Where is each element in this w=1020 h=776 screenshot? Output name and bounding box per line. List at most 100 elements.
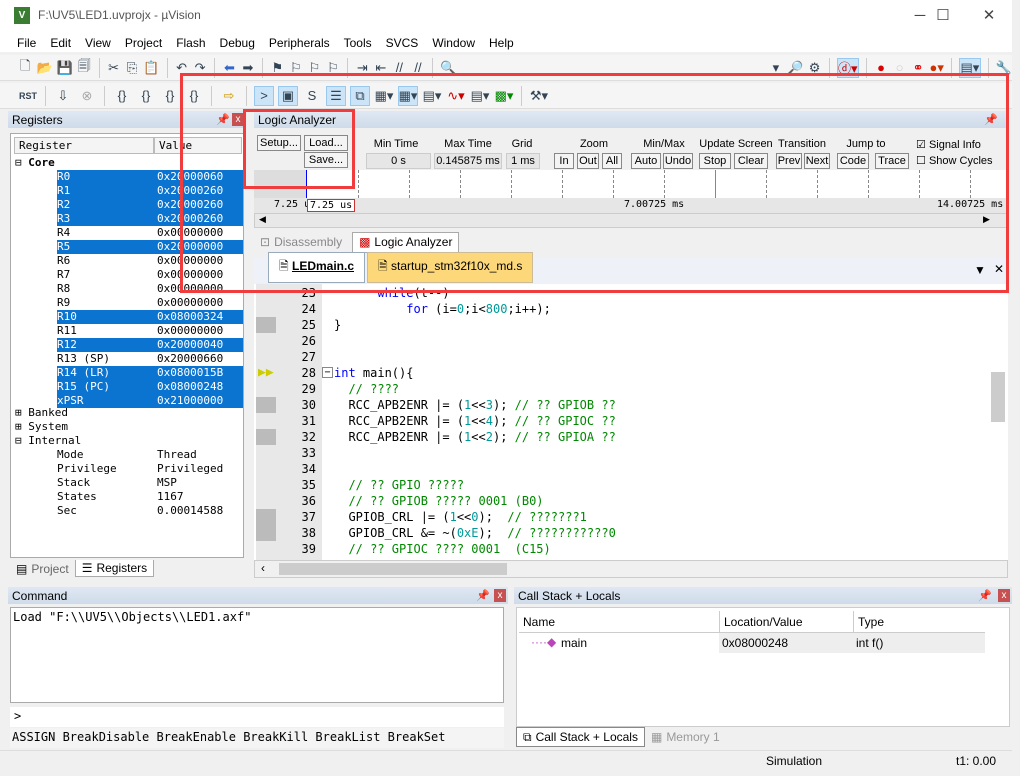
maximize-button[interactable]: ☐ — [923, 4, 963, 28]
table-row[interactable]: ····◆ main 0x08000248 int f() — [519, 632, 985, 653]
pin-icon[interactable]: 📌 — [984, 113, 998, 126]
menu-flash[interactable]: Flash — [169, 32, 212, 52]
register-value[interactable]: 0x0800015B — [157, 366, 223, 380]
register-row[interactable]: R5 0x20000000 — [57, 240, 243, 254]
memory-window-icon[interactable]: ▦▾ — [398, 85, 418, 106]
menu-svcs[interactable]: SVCS — [379, 32, 426, 52]
internal-row[interactable]: Privilege Privileged — [57, 462, 243, 476]
register-row[interactable]: R12 0x20000040 — [57, 338, 243, 352]
internal-row[interactable]: Mode Thread — [57, 448, 243, 462]
run-to-cursor-icon[interactable]: {} — [184, 86, 204, 106]
menu-project[interactable]: Project — [118, 32, 169, 52]
register-row[interactable]: R0 0x20000060 — [57, 170, 243, 184]
unindent-icon[interactable]: ⇤ — [374, 58, 389, 78]
watch-window-icon[interactable]: ▦▾ — [374, 86, 394, 106]
debug-session-icon[interactable]: ⓓ▾ — [836, 57, 859, 78]
menu-view[interactable]: View — [78, 32, 118, 52]
save-button[interactable]: Save... — [304, 152, 348, 168]
menu-debug[interactable]: Debug — [213, 32, 262, 52]
register-row[interactable]: R7 0x00000000 — [57, 268, 243, 282]
disassembly-window-icon[interactable]: ▣ — [278, 85, 298, 106]
tree-node-system[interactable]: ⊞ System — [15, 420, 68, 434]
scroll-left-icon[interactable]: ‹ — [261, 561, 265, 575]
column-value[interactable]: Value — [154, 137, 242, 154]
find-in-files-icon[interactable]: 🔍 — [440, 58, 456, 78]
trace-button[interactable]: Trace — [875, 153, 909, 169]
tab-call-stack[interactable]: ⧉ Call Stack + Locals — [516, 727, 645, 747]
register-value[interactable]: 0x00000000 — [157, 268, 223, 282]
internal-row[interactable]: States 1167 — [57, 490, 243, 504]
register-value[interactable]: 0x00000000 — [157, 226, 223, 240]
menu-help[interactable]: Help — [482, 32, 521, 52]
register-row[interactable]: R13 (SP) 0x20000660 — [57, 352, 243, 366]
tab-ledmain[interactable]: 🗎 LEDmain.c — [268, 252, 365, 283]
bookmark-icon[interactable]: ⚑ — [270, 58, 285, 78]
stop-icon[interactable]: ⊗ — [77, 86, 97, 106]
register-row[interactable]: R4 0x00000000 — [57, 226, 243, 240]
horizontal-scrollbar[interactable]: ◀ ▶ — [254, 213, 1008, 228]
menu-window[interactable]: Window — [425, 32, 482, 52]
register-value[interactable]: 0x20000260 — [157, 212, 223, 226]
tree-node-core[interactable]: ⊟ Core — [15, 156, 55, 170]
close-tab-icon[interactable]: ✕ — [994, 262, 1004, 276]
close-panel-icon[interactable]: x — [494, 589, 506, 602]
code-editor[interactable]: 23 while(t--) 24 for (i=0;i<800;i++); 25} 2… — [254, 284, 1008, 560]
tree-node-internal[interactable]: ⊟ Internal — [15, 434, 81, 448]
tab-list-dropdown-icon[interactable]: ▼ — [974, 263, 986, 277]
code-button[interactable]: Code — [837, 153, 869, 169]
code-line[interactable]: ▶▶ −28 int main(){ — [254, 365, 994, 381]
menu-edit[interactable]: Edit — [43, 32, 78, 52]
prev-bookmark-icon[interactable]: ⚐ — [289, 58, 304, 78]
zoom-out-button[interactable]: Out — [577, 153, 599, 169]
pin-icon[interactable]: 📌 — [476, 589, 490, 602]
browse-icon[interactable]: ⚙ — [807, 58, 822, 78]
register-value[interactable]: 0x00000000 — [157, 282, 223, 296]
tab-startup[interactable]: 🗎 startup_stm32f10x_md.s — [367, 252, 534, 283]
trace-window-icon[interactable]: ▤▾ — [470, 86, 490, 106]
new-file-icon[interactable]: 🗋 — [18, 58, 33, 78]
register-value[interactable]: 0x20000260 — [157, 198, 223, 212]
stop-button[interactable]: Stop — [699, 153, 731, 169]
step-into-icon[interactable]: {} — [112, 86, 132, 106]
code-line[interactable]: 30 RCC_APB2ENR |= (1<<3); // ?? GPIOB ?? — [254, 397, 994, 413]
prev-button[interactable]: Prev — [776, 153, 802, 169]
command-window-icon[interactable]: > — [254, 85, 274, 106]
kill-breakpoints-icon[interactable]: ●▾ — [929, 58, 944, 78]
scroll-right-icon[interactable]: ▶ — [983, 214, 990, 225]
configure-icon[interactable]: 🔧 — [996, 58, 1012, 78]
call-stack-window-icon[interactable]: ⧉ — [350, 85, 370, 106]
command-input[interactable]: > — [10, 707, 504, 727]
undo-button[interactable]: Undo — [663, 153, 693, 169]
internal-row[interactable]: Stack MSP — [57, 476, 243, 490]
tree-node-banked[interactable]: ⊞ Banked — [15, 406, 68, 420]
toolbox-icon[interactable]: ⚒▾ — [529, 86, 549, 106]
scroll-thumb[interactable] — [279, 563, 507, 575]
disable-breakpoint-icon[interactable]: ○ — [892, 58, 907, 78]
system-viewer-icon[interactable]: ▩▾ — [494, 86, 514, 106]
redo-icon[interactable]: ↷ — [193, 58, 208, 78]
code-line[interactable]: 26 — [254, 333, 994, 349]
register-value[interactable]: 0x20000040 — [157, 338, 223, 352]
serial-window-icon[interactable]: ▤▾ — [422, 86, 442, 106]
tab-project[interactable]: ▤ Project — [10, 560, 75, 577]
register-row[interactable]: R6 0x00000000 — [57, 254, 243, 268]
tab-disassembly[interactable]: ⊡ Disassembly — [254, 234, 348, 251]
show-cycles-checkbox[interactable]: ☐ Show Cycles — [916, 154, 993, 167]
code-line[interactable]: 24 for (i=0;i<800;i++); — [254, 301, 994, 317]
window-layout-icon[interactable]: ▤▾ — [958, 57, 982, 78]
register-row[interactable]: R11 0x00000000 — [57, 324, 243, 338]
menu-tools[interactable]: Tools — [337, 32, 379, 52]
paste-icon[interactable]: 📋 — [143, 58, 159, 78]
column-location[interactable]: Location/Value — [719, 611, 853, 633]
load-button[interactable]: Load... — [304, 135, 348, 151]
symbols-window-icon[interactable]: S — [302, 86, 322, 106]
clear-button[interactable]: Clear — [734, 153, 768, 169]
register-value[interactable]: 0x20000260 — [157, 184, 223, 198]
registers-window-icon[interactable]: ☰ — [326, 85, 346, 106]
zoom-in-button[interactable]: In — [554, 153, 574, 169]
register-value[interactable]: 0x20000000 — [157, 240, 223, 254]
run-icon[interactable]: ⇩ — [53, 86, 73, 106]
target-dropdown[interactable]: ▾ — [769, 58, 784, 78]
register-row[interactable]: R3 0x20000260 — [57, 212, 243, 226]
copy-icon[interactable]: ⎘ — [125, 58, 140, 78]
